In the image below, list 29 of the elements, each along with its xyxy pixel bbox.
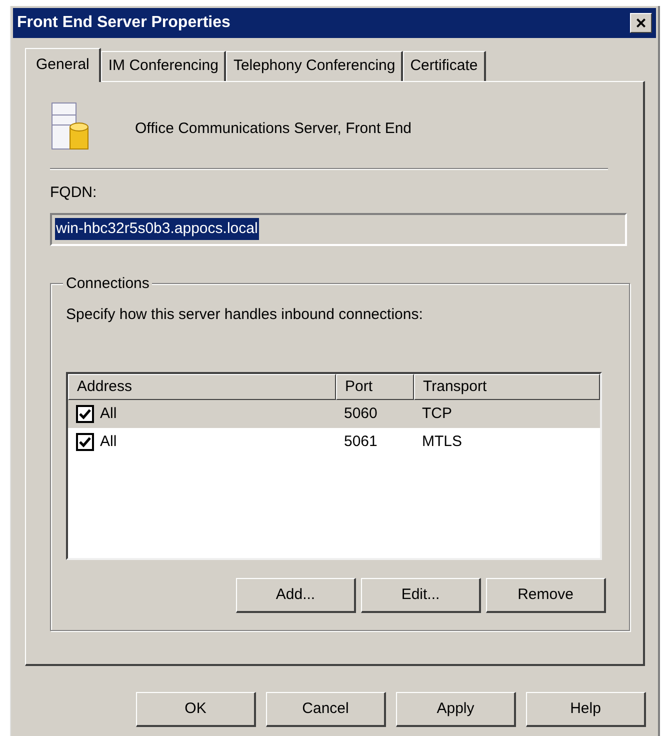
fqdn-label: FQDN:	[50, 183, 98, 203]
server-role-label: Office Communications Server, Front End	[135, 118, 412, 139]
dialog-button[interactable]: OK	[136, 692, 256, 727]
tab[interactable]: General	[25, 48, 102, 82]
tab[interactable]: Certificate	[403, 51, 486, 81]
close-button[interactable]: ×	[630, 13, 652, 33]
checkbox[interactable]	[76, 433, 94, 451]
connections-description: Specify how this server handles inbound connections:	[66, 304, 424, 324]
table-cell-text: TCP	[422, 404, 452, 424]
table-cell-text: All	[100, 432, 117, 452]
window-title: Front End Server Properties	[17, 13, 230, 33]
tab[interactable]: IM Conferencing	[101, 51, 226, 81]
connection-row[interactable]: All 5060 TCP	[68, 400, 600, 428]
table-cell-text: MTLS	[422, 432, 462, 452]
tab[interactable]: Telephony Conferencing	[226, 51, 404, 81]
dialog-button[interactable]: Add...	[236, 578, 356, 613]
table-cell-text: All	[100, 404, 117, 424]
dialog-button[interactable]: Remove	[486, 578, 606, 613]
column-header[interactable]: Port	[336, 374, 414, 400]
dialog-button[interactable]: Apply	[396, 692, 516, 727]
table-cell-text: 5061	[344, 432, 378, 452]
table-cell-text: 5060	[344, 404, 378, 424]
column-header[interactable]: Transport	[414, 374, 600, 400]
dialog-button[interactable]: Help	[526, 692, 646, 727]
checkbox[interactable]	[76, 405, 94, 423]
dialog-button[interactable]: Cancel	[266, 692, 386, 727]
fqdn-field[interactable]: win-hbc32r5s0b3.appocs.local	[50, 212, 627, 246]
dialog-button[interactable]: Edit...	[361, 578, 481, 613]
column-header[interactable]: Address	[68, 374, 336, 400]
